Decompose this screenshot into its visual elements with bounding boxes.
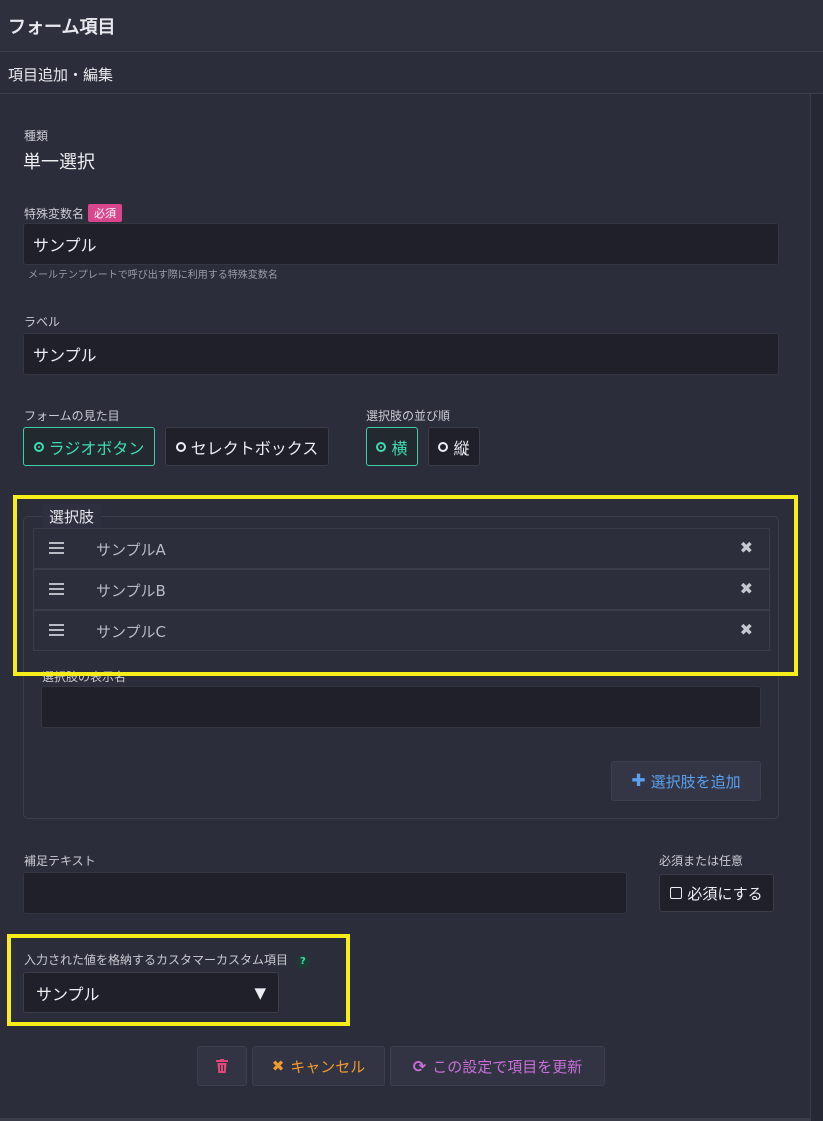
delete-button[interactable] — [197, 1046, 247, 1086]
variable-name-label: 特殊変数名 必須 — [24, 204, 123, 222]
horizontal-order-label: 横 — [391, 438, 408, 458]
label-input[interactable] — [23, 333, 779, 375]
appearance-label: フォームの見た目 — [24, 409, 120, 423]
type-label: 種類 — [24, 129, 49, 143]
section-header: 項目追加・編集 — [0, 52, 823, 94]
variable-name-hint: メールテンプレートで呼び出す際に利用する特殊変数名 — [28, 270, 278, 281]
horizontal-order-option[interactable]: 横 — [366, 427, 418, 466]
page-header: フォーム項目 — [0, 0, 823, 52]
variable-name-input[interactable] — [23, 223, 779, 265]
radio-button-option-label: ラジオボタン — [48, 438, 145, 458]
label-field-label: ラベル — [24, 315, 61, 329]
add-choice-button[interactable]: ✚ 選択肢を追加 — [611, 761, 761, 801]
customer-field-highlight-box — [7, 934, 350, 1026]
required-checkbox-button[interactable]: 必須にする — [659, 874, 774, 912]
required-label: 必須または任意 — [659, 854, 744, 868]
plus-icon: ✚ — [631, 771, 646, 791]
select-box-option[interactable]: セレクトボックス — [165, 427, 329, 466]
select-box-option-label: セレクトボックス — [190, 438, 319, 458]
radio-button-option[interactable]: ラジオボタン — [23, 427, 155, 466]
choice-display-name-input[interactable] — [41, 686, 761, 728]
vertical-order-option[interactable]: 縦 — [428, 427, 480, 466]
checkbox-icon — [670, 887, 683, 899]
update-label: この設定で項目を更新 — [432, 1057, 583, 1076]
section-title: 項目追加・編集 — [8, 66, 114, 84]
supplement-input[interactable] — [23, 872, 627, 914]
page-title: フォーム項目 — [8, 17, 116, 38]
required-badge: 必須 — [88, 204, 123, 222]
cancel-button[interactable]: ✖ キャンセル — [252, 1046, 385, 1086]
radio-off-icon — [438, 441, 449, 452]
radio-off-icon — [175, 441, 186, 452]
radio-on-icon — [33, 441, 44, 452]
refresh-icon: ⟳ — [412, 1056, 427, 1076]
radio-on-icon — [376, 441, 387, 452]
update-button[interactable]: ⟳ この設定で項目を更新 — [390, 1046, 605, 1086]
type-value: 単一選択 — [23, 152, 95, 173]
trash-icon — [216, 1059, 228, 1073]
supplement-label: 補足テキスト — [24, 854, 96, 868]
close-icon: ✖ — [271, 1057, 285, 1075]
cancel-label: キャンセル — [290, 1057, 366, 1076]
add-choice-label: 選択肢を追加 — [650, 772, 741, 791]
order-label: 選択肢の並び順 — [366, 409, 451, 423]
vertical-order-label: 縦 — [453, 438, 470, 458]
required-checkbox-label: 必須にする — [687, 884, 763, 903]
scrollbar[interactable] — [810, 94, 823, 1121]
choices-highlight-box — [13, 495, 798, 676]
variable-name-label-text: 特殊変数名 — [24, 207, 85, 221]
